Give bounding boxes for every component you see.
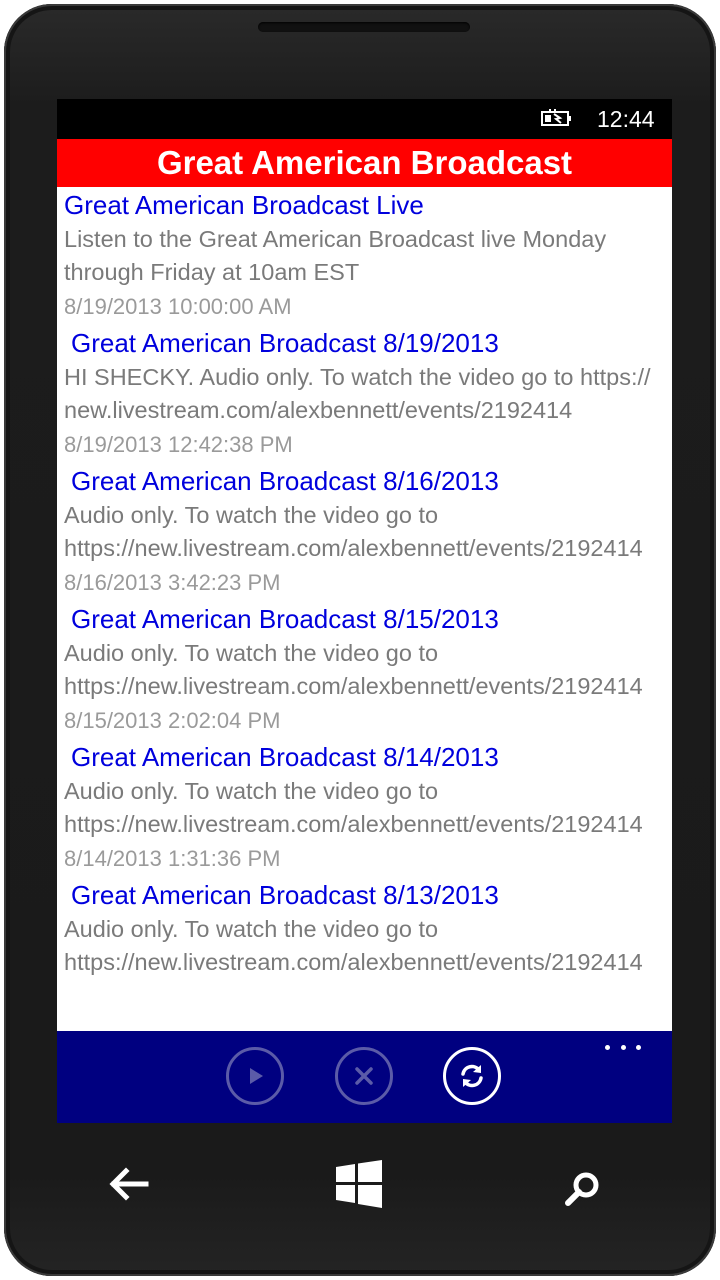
feed-item-title[interactable]: Great American Broadcast 8/15/2013 xyxy=(64,601,660,637)
feed-item-title[interactable]: Great American Broadcast 8/19/2013 xyxy=(64,325,660,361)
feed-item[interactable]: Great American Broadcast 8/19/2013 HI SH… xyxy=(57,325,672,463)
phone-frame: 12:44 Great American Broadcast Great Ame… xyxy=(4,4,716,1276)
feed-item-description: Audio only. To watch the video go to htt… xyxy=(64,640,643,699)
ellipsis-icon[interactable] xyxy=(605,1039,641,1055)
application-bar xyxy=(57,1031,672,1123)
feed-item-description: HI SHECKY. Audio only. To watch the vide… xyxy=(64,364,651,423)
back-arrow-icon[interactable] xyxy=(108,1166,150,1202)
earpiece-speaker xyxy=(258,22,470,32)
feed-item[interactable]: Great American Broadcast 8/16/2013 Audio… xyxy=(57,463,672,601)
status-time: 12:44 xyxy=(597,106,655,132)
feed-item-date: 8/19/2013 10:00:00 AM xyxy=(64,294,292,319)
feed-item-title[interactable]: Great American Broadcast 8/13/2013 xyxy=(64,877,660,913)
phone-screen: 12:44 Great American Broadcast Great Ame… xyxy=(57,99,672,1123)
feed-item-title[interactable]: Great American Broadcast 8/16/2013 xyxy=(64,463,660,499)
feed-item-description: Audio only. To watch the video go to htt… xyxy=(64,502,643,561)
refresh-button[interactable] xyxy=(443,1047,501,1105)
status-bar: 12:44 xyxy=(57,99,672,139)
close-icon xyxy=(355,1067,373,1085)
feed-item-date: 8/16/2013 3:42:23 PM xyxy=(64,570,281,595)
feed-item-date: 8/14/2013 1:31:36 PM xyxy=(64,846,281,871)
windows-logo-icon[interactable] xyxy=(334,1159,384,1209)
app-title: Great American Broadcast xyxy=(156,144,573,181)
feed-item-title[interactable]: Great American Broadcast Live xyxy=(64,187,660,223)
feed-item-date: 8/15/2013 2:02:04 PM xyxy=(64,708,281,733)
feed-item[interactable]: Great American Broadcast 8/15/2013 Audio… xyxy=(57,601,672,739)
app-title-bar: Great American Broadcast xyxy=(57,139,672,187)
play-button[interactable] xyxy=(226,1047,284,1105)
feed-item-description: Listen to the Great American Broadcast l… xyxy=(64,226,607,285)
feed-item[interactable]: Great American Broadcast 8/14/2013 Audio… xyxy=(57,739,672,877)
refresh-icon xyxy=(461,1064,483,1088)
feed-item-description: Audio only. To watch the video go to htt… xyxy=(64,916,643,975)
search-icon[interactable] xyxy=(563,1169,603,1209)
play-icon xyxy=(250,1068,263,1084)
feed-item[interactable]: Great American Broadcast 8/13/2013 Audio… xyxy=(57,877,672,979)
feed-item-title[interactable]: Great American Broadcast 8/14/2013 xyxy=(64,739,660,775)
feed-list[interactable]: Great American Broadcast Live Listen to … xyxy=(57,187,672,1031)
battery-charging-icon xyxy=(541,109,571,126)
feed-item-description: Audio only. To watch the video go to htt… xyxy=(64,778,643,837)
stop-button[interactable] xyxy=(335,1047,393,1105)
feed-item[interactable]: Great American Broadcast Live Listen to … xyxy=(57,187,672,325)
feed-item-date: 8/19/2013 12:42:38 PM xyxy=(64,432,293,457)
